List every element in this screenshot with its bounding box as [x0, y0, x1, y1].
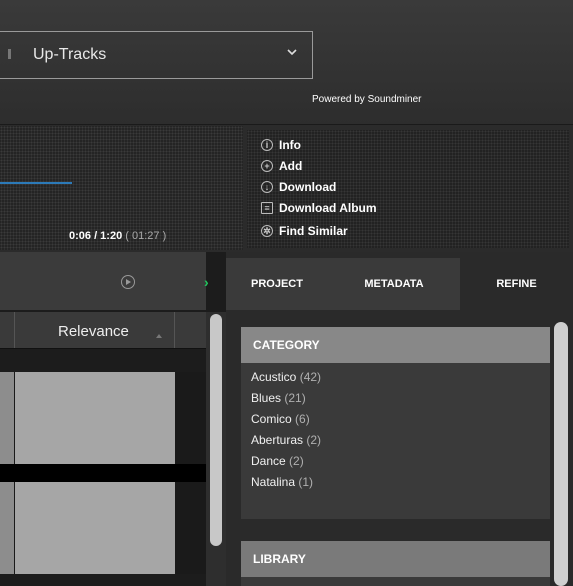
category-name: Acustico — [251, 370, 297, 384]
track-actions-panel: i Info + Add ↓ Download ≡ Download Album… — [247, 130, 569, 248]
category-filter-card: CATEGORY Acustico (42) Blues (21) Comico… — [241, 327, 550, 519]
category-count: (42) — [299, 370, 322, 384]
download-icon: ↓ — [261, 181, 273, 193]
row-separator — [0, 464, 206, 484]
action-find-similar[interactable]: ✲ Find Similar — [261, 222, 348, 240]
tab-label: PROJECT — [251, 278, 303, 290]
action-label: Add — [279, 159, 303, 173]
find-similar-icon: ✲ — [261, 225, 273, 237]
sort-icon[interactable] — [156, 334, 162, 338]
action-label: Download Album — [279, 201, 377, 215]
category-item[interactable]: Aberturas (2) — [251, 430, 550, 451]
action-info[interactable]: i Info — [261, 136, 301, 154]
category-item[interactable]: Comico (6) — [251, 409, 550, 430]
library-dropdown[interactable]: Up-Tracks — [0, 31, 313, 79]
dropdown-value: Up-Tracks — [33, 46, 107, 63]
library-title[interactable]: LIBRARY — [241, 541, 550, 577]
tab-project[interactable]: PROJECT — [226, 258, 328, 310]
results-toolbar — [0, 252, 206, 310]
info-icon: i — [261, 139, 273, 151]
category-item[interactable]: Acustico (42) — [251, 367, 550, 388]
action-label: Download — [279, 180, 337, 194]
category-item[interactable]: Dance (2) — [251, 451, 550, 472]
category-name: Blues — [251, 391, 282, 405]
play-time: 0:06 / 1:20 ( 01:27 ) — [69, 230, 166, 242]
powered-prefix: Powered by — [312, 94, 365, 105]
category-title[interactable]: CATEGORY — [241, 327, 550, 363]
results-panel: › Relevance — [0, 252, 226, 586]
category-list: Acustico (42) Blues (21) Comico (6) Aber… — [241, 363, 550, 493]
track-waveform-thumbnail — [15, 482, 175, 574]
relevance-column-header[interactable]: Relevance — [58, 323, 129, 340]
category-item[interactable]: Natalina (1) — [251, 472, 550, 493]
row-indicator — [0, 482, 14, 574]
top-bar: Up-Tracks Powered by Soundminer — [0, 0, 573, 125]
playhead-progress[interactable] — [0, 182, 72, 184]
play-circle-icon[interactable] — [121, 275, 135, 289]
library-filter-card: LIBRARY — [241, 541, 550, 586]
time-current: 0:06 / 1:20 — [69, 230, 123, 242]
tab-label: REFINE — [496, 278, 537, 290]
side-panel-scrollbar[interactable] — [552, 322, 570, 586]
column-divider — [14, 312, 15, 348]
category-count: (1) — [298, 475, 314, 489]
category-count: (21) — [284, 391, 306, 405]
powered-brand: Soundminer — [367, 94, 422, 105]
category-name: Aberturas — [251, 433, 304, 447]
action-download[interactable]: ↓ Download — [261, 178, 336, 196]
scrollbar-thumb[interactable] — [554, 322, 568, 586]
column-divider — [174, 312, 175, 348]
chevron-down-icon — [287, 49, 297, 56]
action-label: Find Similar — [279, 224, 348, 238]
category-name: Dance — [251, 454, 286, 468]
side-panel: PROJECT METADATA REFINE CATEGORY Acustic… — [226, 252, 573, 586]
category-name: Natalina — [251, 475, 296, 489]
waveform-player[interactable]: 0:06 / 1:20 ( 01:27 ) — [0, 126, 243, 250]
track-waveform-thumbnail — [15, 372, 175, 464]
tab-refine[interactable]: REFINE — [460, 258, 573, 310]
time-duration: ( 01:27 ) — [125, 230, 167, 242]
category-count: (2) — [306, 433, 322, 447]
result-row[interactable] — [0, 482, 206, 574]
scrollbar-thumb[interactable] — [210, 314, 222, 546]
tab-label: METADATA — [364, 278, 424, 290]
category-count: (6) — [295, 412, 310, 426]
category-name: Comico — [251, 412, 292, 426]
row-indicator — [0, 372, 14, 464]
action-label: Info — [279, 138, 301, 152]
results-scrollbar[interactable] — [206, 312, 226, 586]
dropdown-left-icon — [8, 49, 11, 59]
album-download-icon: ≡ — [261, 202, 273, 214]
action-add[interactable]: + Add — [261, 157, 302, 175]
divider — [0, 124, 573, 125]
tab-metadata[interactable]: METADATA — [328, 258, 460, 310]
chevron-right-icon[interactable]: › — [204, 274, 209, 290]
category-item[interactable]: Blues (21) — [251, 388, 550, 409]
action-download-album[interactable]: ≡ Download Album — [261, 199, 377, 217]
powered-by-text: Powered by Soundminer — [312, 94, 422, 105]
plus-circle-icon: + — [261, 160, 273, 172]
side-panel-tabs: PROJECT METADATA REFINE — [226, 258, 573, 310]
category-count: (2) — [289, 454, 304, 468]
result-row[interactable] — [0, 372, 206, 464]
